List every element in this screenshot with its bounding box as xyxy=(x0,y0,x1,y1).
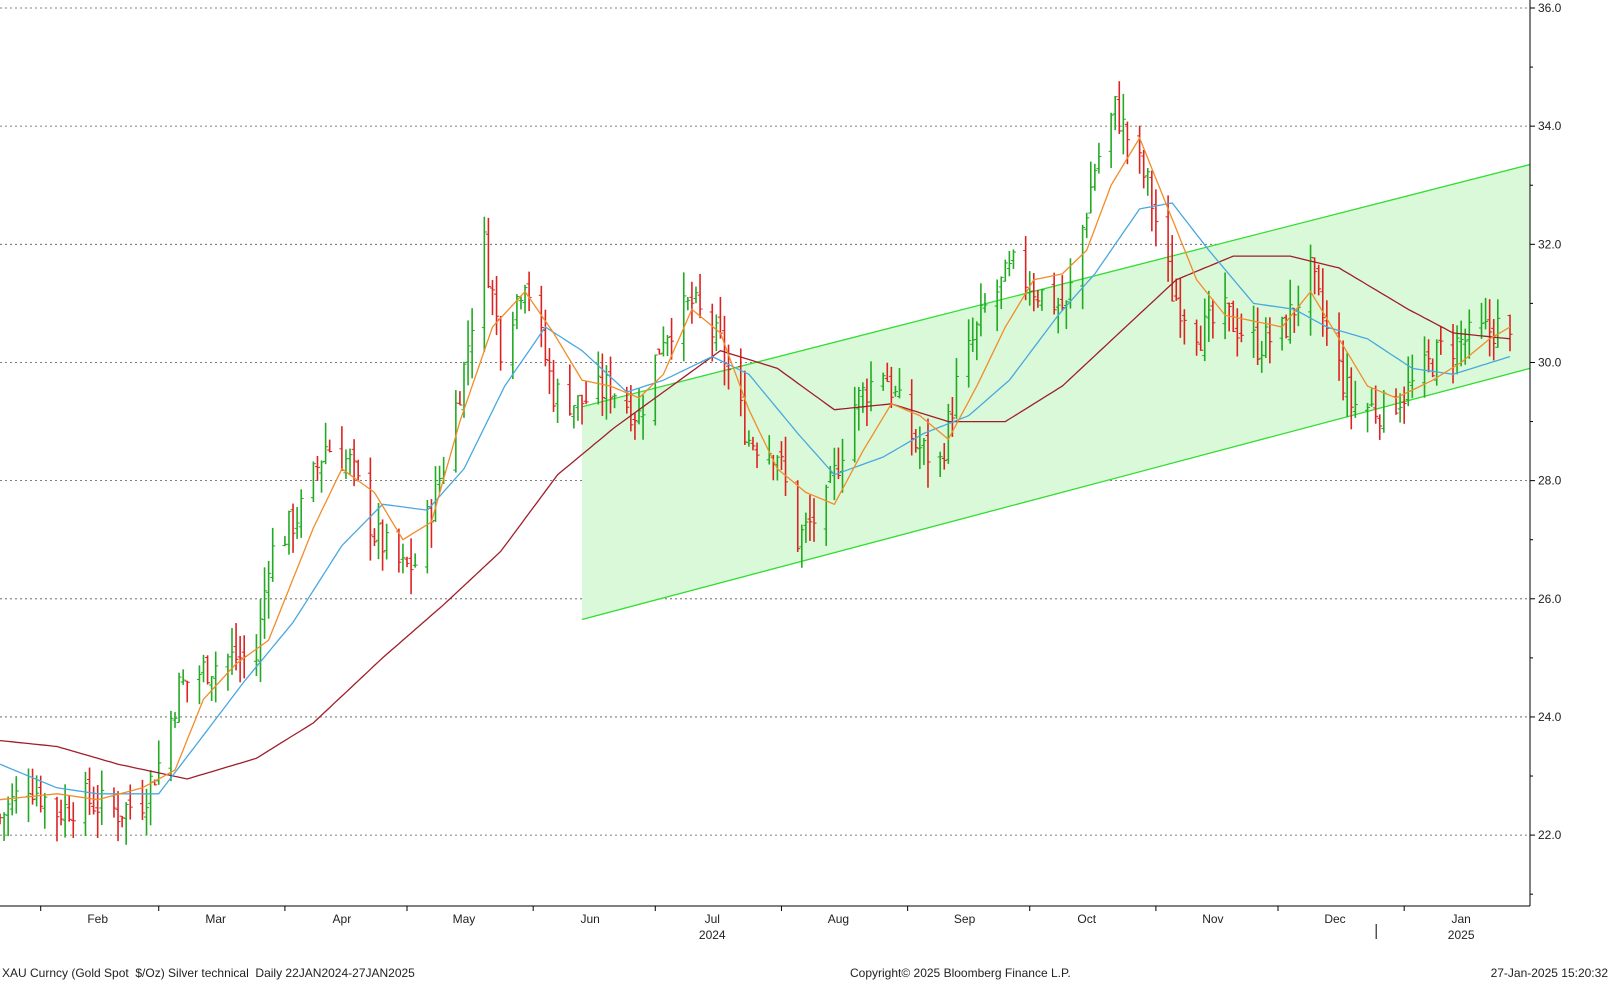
x-tick-label: Apr xyxy=(333,912,352,926)
y-tick-label: 24.0 xyxy=(1538,710,1562,724)
x-tick-label: Oct xyxy=(1077,912,1096,926)
y-tick-label: 34.0 xyxy=(1538,119,1562,133)
y-tick-label: 22.0 xyxy=(1538,828,1562,842)
x-tick-label: Nov xyxy=(1202,912,1223,926)
x-year-label: 2024 xyxy=(699,928,726,942)
x-tick-label: Mar xyxy=(205,912,226,926)
y-tick-label: 30.0 xyxy=(1538,355,1562,369)
price-chart: 22.0 24.0 26.0 28.0 30.0 32.0 34.0 36.0 Feb Mar Ap… xyxy=(0,0,1614,985)
y-tick-label: 26.0 xyxy=(1538,592,1562,606)
footer-timestamp: 27-Jan-2025 15:20:32 xyxy=(1490,966,1608,980)
x-tick-label: Sep xyxy=(954,912,976,926)
footer-security-description: XAU Curncy (Gold Spot $/Oz) Silver techn… xyxy=(2,966,415,980)
x-tick-label: Dec xyxy=(1324,912,1345,926)
x-tick-label: Aug xyxy=(828,912,849,926)
x-tick-label: May xyxy=(453,912,476,926)
x-tick-label: Jul xyxy=(705,912,720,926)
x-tick-label: Jun xyxy=(580,912,599,926)
x-tick-label: Feb xyxy=(87,912,108,926)
y-tick-label: 28.0 xyxy=(1538,474,1562,488)
x-year-label: 2025 xyxy=(1448,928,1475,942)
footer-copyright: Copyright© 2025 Bloomberg Finance L.P. xyxy=(850,966,1071,980)
y-tick-label: 36.0 xyxy=(1538,1,1562,15)
y-tick-label: 32.0 xyxy=(1538,237,1562,251)
x-tick-label: Jan xyxy=(1451,912,1470,926)
